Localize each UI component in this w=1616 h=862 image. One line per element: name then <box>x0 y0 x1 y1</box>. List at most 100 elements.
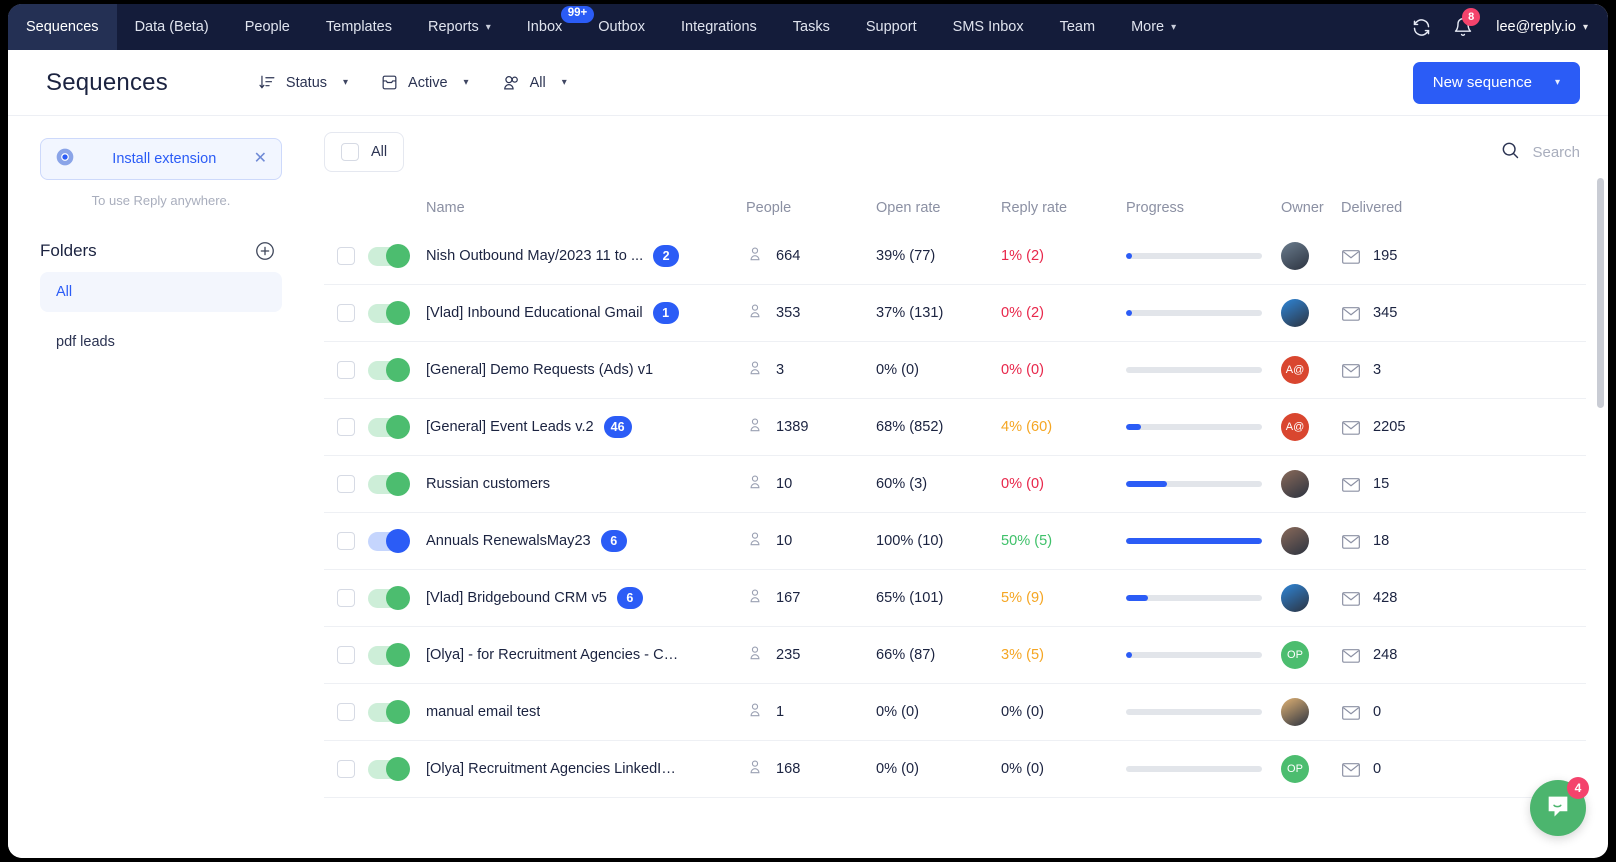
sequence-name[interactable]: [General] Event Leads v.2 <box>426 419 594 435</box>
table-row[interactable]: [Vlad] Inbound Educational Gmail 1 353 37% … <box>324 285 1586 342</box>
sequence-name[interactable]: Annuals RenewalsMay23 <box>426 533 591 549</box>
avatar-initials: A@ <box>1285 364 1305 376</box>
row-checkbox[interactable] <box>337 532 355 550</box>
nav-item-inbox[interactable]: Inbox 99+ <box>509 4 595 50</box>
delivered-count: 15 <box>1373 476 1390 492</box>
nav-item-support[interactable]: Support <box>848 4 935 50</box>
sequence-name[interactable]: manual email test <box>426 704 540 720</box>
row-enable-toggle[interactable] <box>368 301 410 325</box>
intercom-chat-button[interactable]: 4 <box>1530 777 1589 836</box>
table-row[interactable]: Annuals RenewalsMay23 6 10 100% (10) 50% (5)… <box>324 513 1586 570</box>
notifications-bell-icon[interactable]: 8 <box>1444 4 1482 50</box>
avatar[interactable]: A@ <box>1281 356 1309 384</box>
nav-item-integrations[interactable]: Integrations <box>663 4 775 50</box>
row-enable-toggle[interactable] <box>368 586 410 610</box>
folder-item-all[interactable]: All <box>40 272 282 312</box>
nav-item-label: Reports <box>427 19 479 35</box>
table-row[interactable]: [General] Event Leads v.2 46 1389 68% (852)… <box>324 399 1586 456</box>
table-row[interactable]: [Olya] - for Recruitment Agencies - Cold… <box>324 627 1586 684</box>
table-row[interactable]: [Olya] Recruitment Agencies LinkedIn... 1… <box>324 741 1586 798</box>
row-checkbox[interactable] <box>337 760 355 778</box>
plus-circle-icon[interactable] <box>254 240 276 262</box>
search-box[interactable]: Search <box>1500 140 1580 165</box>
row-checkbox[interactable] <box>337 646 355 664</box>
install-extension-button[interactable]: Install extension ✕ <box>40 138 282 180</box>
new-sequence-button[interactable]: New sequence ▾ <box>1412 61 1580 104</box>
folder-item-pdf-leads[interactable]: pdf leads <box>40 322 282 362</box>
row-enable-toggle[interactable] <box>368 757 410 781</box>
row-checkbox[interactable] <box>337 475 355 493</box>
toggle-knob <box>386 757 410 781</box>
delivered-count: 428 <box>1373 590 1398 606</box>
nav-item-reports[interactable]: Reports ▾ <box>410 4 509 50</box>
row-checkbox[interactable] <box>337 247 355 265</box>
sequence-name[interactable]: [Olya] - for Recruitment Agencies - Cold <box>426 647 681 663</box>
nav-item-data-beta[interactable]: Data (Beta) <box>117 4 227 50</box>
filter-active[interactable]: Active ▾ <box>380 73 469 92</box>
nav-item-tasks[interactable]: Tasks <box>775 4 848 50</box>
sequence-name[interactable]: [Vlad] Inbound Educational Gmail <box>426 305 643 321</box>
nav-item-more[interactable]: More ▾ <box>1113 4 1194 50</box>
avatar[interactable] <box>1281 527 1309 555</box>
row-enable-toggle[interactable] <box>368 472 410 496</box>
filter-all[interactable]: All ▾ <box>501 73 567 93</box>
search-input[interactable]: Search <box>1532 144 1580 161</box>
nav-item-sequences[interactable]: Sequences <box>8 4 117 50</box>
sequence-name[interactable]: [Olya] Recruitment Agencies LinkedIn... <box>426 761 681 777</box>
nav-item-label: Support <box>865 19 917 35</box>
row-enable-toggle[interactable] <box>368 244 410 268</box>
row-checkbox[interactable] <box>337 703 355 721</box>
select-all-checkbox[interactable] <box>341 143 359 161</box>
people-count: 235 <box>776 647 801 663</box>
top-navigation-bar: Sequences Data (Beta) People Templates Repor… <box>8 4 1608 50</box>
row-checkbox[interactable] <box>337 589 355 607</box>
nav-item-templates[interactable]: Templates <box>308 4 410 50</box>
scrollbar-thumb[interactable] <box>1597 178 1604 408</box>
row-enable-toggle[interactable] <box>368 358 410 382</box>
reply-rate: 1% (2) <box>1001 248 1044 264</box>
vertical-scrollbar[interactable] <box>1597 178 1604 738</box>
avatar[interactable]: A@ <box>1281 413 1309 441</box>
filter-status[interactable]: Status ▾ <box>258 73 348 92</box>
toggle-knob <box>386 472 410 496</box>
row-checkbox[interactable] <box>337 418 355 436</box>
sequence-name[interactable]: [Vlad] Bridgebound CRM v5 <box>426 590 607 606</box>
avatar[interactable] <box>1281 299 1309 327</box>
user-account-menu[interactable]: lee@reply.io ▾ <box>1486 19 1588 35</box>
row-enable-toggle[interactable] <box>368 415 410 439</box>
reply-rate: 3% (5) <box>1001 647 1044 663</box>
row-checkbox[interactable] <box>337 361 355 379</box>
sequence-name[interactable]: [General] Demo Requests (Ads) v1 <box>426 362 653 378</box>
sequence-name[interactable]: Nish Outbound May/2023 11 to ... <box>426 248 643 264</box>
folder-item-label: pdf leads <box>56 334 115 350</box>
progress-bar <box>1126 367 1262 373</box>
sort-icon <box>258 73 277 92</box>
sequence-name[interactable]: Russian customers <box>426 476 550 492</box>
avatar[interactable] <box>1281 242 1309 270</box>
nav-item-sms-inbox[interactable]: SMS Inbox <box>935 4 1042 50</box>
table-row[interactable]: Russian customers 10 60% (3) 0% (0) 15 <box>324 456 1586 513</box>
row-checkbox[interactable] <box>337 304 355 322</box>
select-all-chip[interactable]: All <box>324 132 405 172</box>
table-row[interactable]: manual email test 1 0% (0) 0% (0) 0 <box>324 684 1586 741</box>
notification-count-badge: 8 <box>1462 8 1481 26</box>
column-header-owner: Owner <box>1281 200 1324 216</box>
row-enable-toggle[interactable] <box>368 529 410 553</box>
avatar[interactable] <box>1281 698 1309 726</box>
close-icon[interactable]: ✕ <box>254 151 267 167</box>
row-enable-toggle[interactable] <box>368 643 410 667</box>
table-row[interactable]: [General] Demo Requests (Ads) v1 3 0% (0) 0… <box>324 342 1586 399</box>
select-all-label: All <box>371 144 388 160</box>
row-enable-toggle[interactable] <box>368 700 410 724</box>
avatar[interactable]: OP <box>1281 641 1309 669</box>
nav-item-people[interactable]: People <box>227 4 308 50</box>
avatar[interactable] <box>1281 470 1309 498</box>
nav-item-team[interactable]: Team <box>1042 4 1113 50</box>
sync-icon[interactable] <box>1402 4 1440 50</box>
person-icon <box>746 758 764 781</box>
avatar[interactable] <box>1281 584 1309 612</box>
avatar[interactable]: OP <box>1281 755 1309 783</box>
table-row[interactable]: [Vlad] Bridgebound CRM v5 6 167 65% (101) 5%… <box>324 570 1586 627</box>
delivered-count: 3 <box>1373 362 1382 378</box>
table-row[interactable]: Nish Outbound May/2023 11 to ... 2 664 39% … <box>324 228 1586 285</box>
